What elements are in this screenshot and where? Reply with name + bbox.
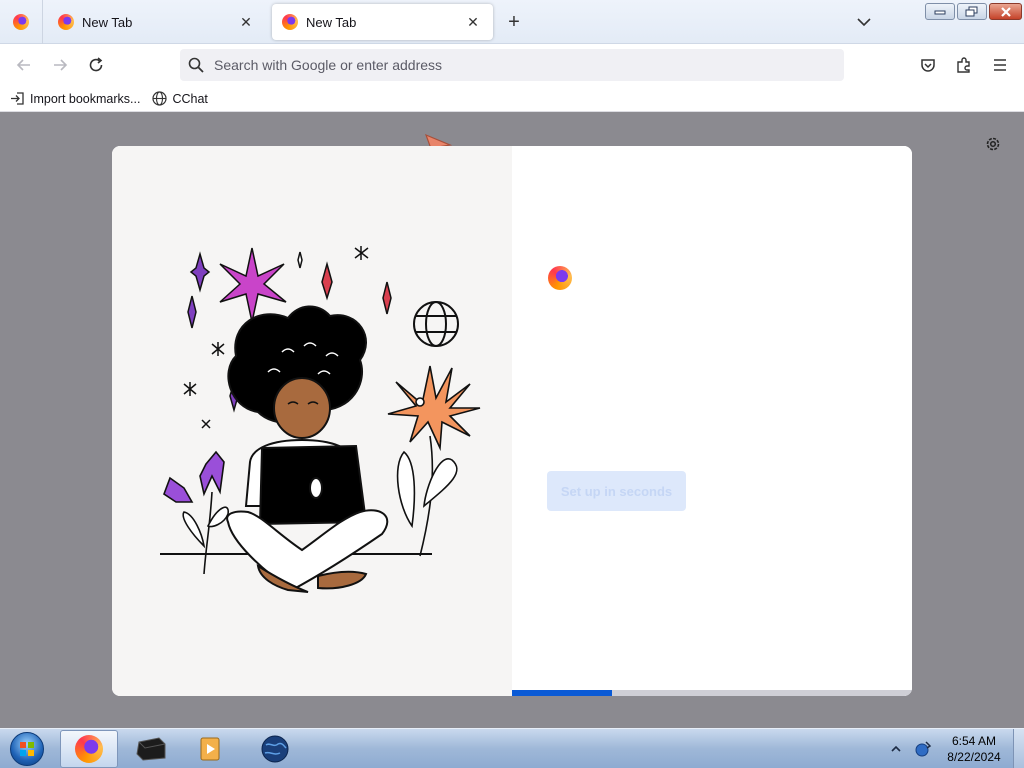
close-tab-button[interactable]: ✕ <box>463 12 483 32</box>
address-bar[interactable] <box>180 49 844 81</box>
windows-logo-icon <box>10 732 44 766</box>
onboarding-content-panel: Set up in seconds <box>512 146 912 696</box>
tab-title: New Tab <box>306 14 357 30</box>
globe-doodle <box>413 301 459 347</box>
firefox-view-button[interactable] <box>0 0 43 44</box>
search-icon <box>188 57 204 73</box>
restore-window-button[interactable] <box>957 3 987 20</box>
forward-arrow-icon <box>54 59 68 71</box>
orange-flower <box>387 365 481 557</box>
media-player-icon <box>200 737 220 761</box>
tab-title: New Tab <box>82 14 133 30</box>
firefox-icon <box>282 14 298 30</box>
restore-icon <box>965 6 978 17</box>
network-icon[interactable] <box>914 740 932 758</box>
bookmark-import-bookmarks[interactable]: Import bookmarks... <box>10 91 140 106</box>
globe-app-icon <box>261 735 289 763</box>
extensions-button[interactable] <box>950 51 978 79</box>
puzzle-piece-icon <box>957 57 970 73</box>
navigation-toolbar <box>0 44 1024 86</box>
taskbar-media-player[interactable] <box>182 730 240 768</box>
terminal-icon <box>136 737 166 761</box>
forward-button[interactable] <box>46 51 74 79</box>
tab-new-tab-1[interactable]: New Tab ✕ <box>48 4 266 40</box>
import-icon <box>11 92 24 105</box>
onboarding-progress-fill <box>512 690 612 696</box>
bookmark-label: CChat <box>172 91 208 106</box>
customize-new-tab-button[interactable] <box>982 133 1004 155</box>
globe-icon <box>152 91 168 106</box>
onboarding-dialog: Set up in seconds <box>112 146 912 696</box>
close-window-button[interactable] <box>989 3 1022 20</box>
taskbar-terminal[interactable] <box>122 730 180 768</box>
tab-new-tab-2-active[interactable]: New Tab ✕ <box>272 4 493 40</box>
onboarding-illustration-panel <box>112 146 512 696</box>
show-desktop-button[interactable] <box>1013 729 1024 768</box>
taskbar-clock[interactable]: 6:54 AM 8/22/2024 <box>940 733 1008 765</box>
app-menu-button[interactable] <box>986 51 1014 79</box>
gear-icon <box>986 137 1000 151</box>
firefox-logo-icon <box>548 266 572 290</box>
clock-time: 6:54 AM <box>951 734 997 748</box>
address-input[interactable] <box>214 57 814 73</box>
taskbar-firefox[interactable] <box>60 730 118 768</box>
tab-strip: New Tab ✕ New Tab ✕ + <box>0 0 1024 44</box>
clock-date: 8/22/2024 <box>947 750 1001 764</box>
new-tab-button[interactable]: + <box>503 11 525 33</box>
page-content: Set up in seconds <box>0 113 1024 728</box>
firefox-icon <box>13 14 29 30</box>
pocket-icon <box>921 59 935 72</box>
close-tab-button[interactable]: ✕ <box>236 12 256 32</box>
reload-button[interactable] <box>82 51 110 79</box>
windows-taskbar: 6:54 AM 8/22/2024 <box>0 728 1024 768</box>
system-tray <box>890 729 932 768</box>
start-button[interactable] <box>6 729 48 768</box>
reload-icon <box>89 57 103 72</box>
pocket-button[interactable] <box>914 51 942 79</box>
bookmark-cchat[interactable]: CChat <box>152 91 208 106</box>
purple-flowers <box>163 450 229 575</box>
person-with-laptop-illustration <box>160 246 481 593</box>
person-figure <box>226 305 389 593</box>
list-all-tabs-button[interactable] <box>852 11 876 33</box>
back-arrow-icon <box>16 59 30 71</box>
firefox-icon <box>75 735 103 763</box>
hamburger-menu-icon <box>994 59 1006 71</box>
minimize-window-button[interactable] <box>925 3 955 20</box>
firefox-icon <box>58 14 74 30</box>
back-button[interactable] <box>10 51 38 79</box>
set-up-in-seconds-button[interactable]: Set up in seconds <box>547 471 686 511</box>
bookmark-label: Import bookmarks... <box>30 91 141 106</box>
taskbar-network-globe[interactable] <box>246 730 304 768</box>
show-hidden-icons-arrow-icon[interactable] <box>890 744 902 754</box>
bookmarks-toolbar: Import bookmarks... CChat <box>0 86 1024 112</box>
minimize-icon <box>934 10 946 14</box>
onboarding-progress-bar <box>512 690 912 696</box>
close-icon <box>1000 6 1011 17</box>
chevron-down-icon <box>857 18 871 27</box>
